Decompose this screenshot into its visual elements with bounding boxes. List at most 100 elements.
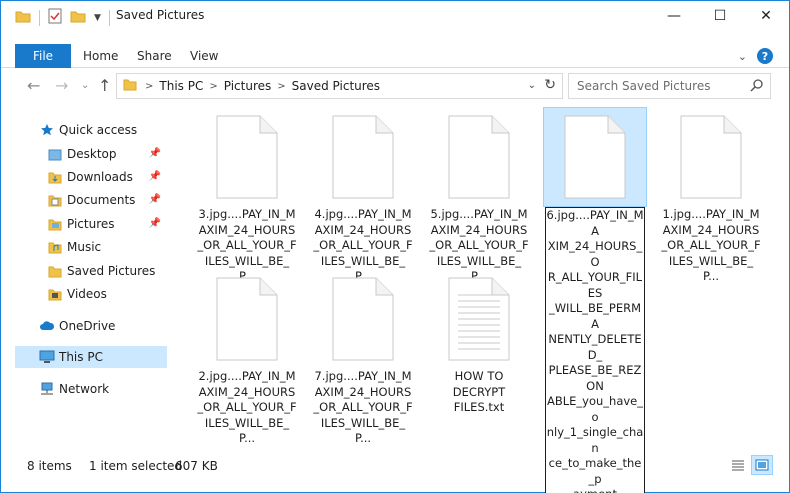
properties-icon[interactable] xyxy=(48,8,62,27)
file-name-line: AXIM_24_HOURS xyxy=(198,222,296,237)
pin-icon[interactable]: 📌 xyxy=(149,171,161,182)
sidebar-item-desktop[interactable]: Desktop 📌 xyxy=(1,143,167,165)
text-document-icon xyxy=(448,277,510,361)
file-name-line: 7.jpg....PAY_IN_M xyxy=(314,369,412,383)
file-item[interactable]: 3.jpg....PAY_IN_M AXIM_24_HOURS _OR_ALL_YO… xyxy=(197,115,297,285)
pin-icon[interactable]: 📌 xyxy=(149,194,161,205)
file-name-line: ILES_WILL_BE_P... xyxy=(320,415,406,446)
file-name-line: DECRYPT xyxy=(452,384,506,399)
forward-arrow-icon[interactable]: → xyxy=(55,76,68,95)
sidebar-item-music[interactable]: Music xyxy=(1,236,167,258)
pin-icon[interactable]: 📌 xyxy=(149,218,161,229)
sidebar-item-quick-access[interactable]: Quick access xyxy=(1,119,167,141)
pin-icon[interactable]: 📌 xyxy=(149,148,161,159)
item-count: 8 items xyxy=(27,459,72,473)
sidebar-item-this-pc[interactable]: This PC xyxy=(15,346,167,368)
tab-file[interactable]: File xyxy=(15,44,71,68)
new-folder-icon[interactable] xyxy=(70,9,86,26)
toolbar-separator xyxy=(108,9,110,26)
ribbon-tabs: File Home Share View ⌄ ? xyxy=(1,44,789,68)
file-name-line: 5.jpg....PAY_IN_M xyxy=(430,207,528,221)
breadcrumb-this-pc[interactable]: This PC xyxy=(159,79,203,93)
chevron-right-icon[interactable]: > xyxy=(209,81,217,92)
file-item[interactable]: 1.jpg....PAY_IN_M AXIM_24_HOURS _OR_ALL_YO… xyxy=(661,115,761,285)
file-name: HOW TO DECRYPT FILES.txt xyxy=(429,369,529,416)
customize-toolbar-icon[interactable]: ▼ xyxy=(94,13,101,23)
sidebar-item-documents[interactable]: Documents 📌 xyxy=(1,189,167,211)
search-box[interactable]: Search Saved Pictures xyxy=(568,73,771,99)
recent-locations-icon[interactable]: ⌄ xyxy=(81,80,89,91)
file-item[interactable]: 4.jpg....PAY_IN_M AXIM_24_HOURS _OR_ALL_YO… xyxy=(313,115,413,285)
file-name-line: _OR_ALL_YOUR_F xyxy=(661,238,761,252)
sidebar-item-label: Network xyxy=(59,382,110,396)
tab-view[interactable]: View xyxy=(190,44,218,68)
file-name-line: PLEASE_BE_REZON xyxy=(548,363,642,393)
file-name-line: _OR_ALL_YOUR_F xyxy=(313,238,413,252)
vertical-scrollbar[interactable] xyxy=(777,101,789,453)
maximize-button[interactable]: ☐ xyxy=(697,1,743,31)
search-icon[interactable] xyxy=(750,78,764,95)
star-icon xyxy=(39,122,55,138)
window-controls: — ☐ ✕ xyxy=(651,1,789,31)
toolbar-separator xyxy=(39,9,40,26)
file-name-line: _OR_ALL_YOUR_F xyxy=(197,238,297,252)
file-name-line: 6.jpg....PAY_IN_MA xyxy=(546,208,644,238)
help-icon[interactable]: ? xyxy=(757,48,773,64)
breadcrumb-saved-pictures[interactable]: Saved Pictures xyxy=(292,79,380,93)
file-name: 2.jpg....PAY_IN_M AXIM_24_HOURS _OR_ALL_YO… xyxy=(197,369,297,447)
tab-home[interactable]: Home xyxy=(83,44,118,68)
breadcrumb-pictures[interactable]: Pictures xyxy=(224,79,272,93)
text-file-item[interactable]: HOW TO DECRYPT FILES.txt xyxy=(429,277,529,416)
folder-icon xyxy=(47,192,63,208)
file-item[interactable]: 7.jpg....PAY_IN_M AXIM_24_HOURS _OR_ALL_YO… xyxy=(313,277,413,447)
view-buttons xyxy=(727,455,773,475)
file-icon xyxy=(680,115,742,199)
back-arrow-icon[interactable]: ← xyxy=(27,76,40,95)
file-item[interactable]: 2.jpg....PAY_IN_M AXIM_24_HOURS _OR_ALL_YO… xyxy=(197,277,297,447)
file-name-line: 1.jpg....PAY_IN_M xyxy=(662,207,760,221)
folder-icon xyxy=(47,239,63,255)
folder-icon xyxy=(47,263,63,279)
chevron-right-icon[interactable]: > xyxy=(277,81,285,92)
ribbon-right-controls: ⌄ ? xyxy=(738,48,773,64)
file-item[interactable]: 6.jpg....PAY_IN_MA XIM_24_HOURS_O R_ALL_YO… xyxy=(543,107,647,493)
close-button[interactable]: ✕ xyxy=(743,1,789,31)
expand-ribbon-icon[interactable]: ⌄ xyxy=(738,50,747,63)
folder-icon xyxy=(47,216,63,232)
file-name-line: 2.jpg....PAY_IN_M xyxy=(198,369,296,383)
details-view-icon[interactable] xyxy=(727,455,749,475)
file-icon xyxy=(332,115,394,199)
sidebar-item-onedrive[interactable]: OneDrive xyxy=(1,315,167,337)
file-name-line: NENTLY_DELETED_ xyxy=(548,332,642,362)
file-name-line: 3.jpg....PAY_IN_M xyxy=(198,207,296,221)
file-name-line: AXIM_24_HOURS xyxy=(198,384,296,399)
sidebar-item-network[interactable]: Network xyxy=(1,378,167,400)
explorer-window: ▼ Saved Pictures — ☐ ✕ File Home Share V… xyxy=(0,0,790,493)
file-name: 7.jpg....PAY_IN_M AXIM_24_HOURS _OR_ALL_YO… xyxy=(313,369,413,447)
tab-share[interactable]: Share xyxy=(137,44,172,68)
navigation-bar: ← → ⌄ ↑ > This PC > Pictures > Saved Pic… xyxy=(1,73,789,99)
sidebar-item-label: Saved Pictures xyxy=(67,264,156,278)
refresh-icon[interactable]: ↻ xyxy=(544,77,556,93)
sidebar-item-videos[interactable]: Videos xyxy=(1,283,167,305)
address-bar[interactable]: > This PC > Pictures > Saved Pictures ⌄ … xyxy=(116,73,563,99)
sidebar-item-label: Documents xyxy=(67,193,136,207)
folder-icon xyxy=(123,78,137,94)
file-name-line: ayment xyxy=(546,487,644,493)
sidebar-item-saved-pictures[interactable]: Saved Pictures xyxy=(1,260,167,282)
computer-icon xyxy=(39,349,55,365)
file-name: 5.jpg....PAY_IN_M AXIM_24_HOURS _OR_ALL_YO… xyxy=(429,207,529,285)
file-item[interactable]: 5.jpg....PAY_IN_M AXIM_24_HOURS _OR_ALL_YO… xyxy=(429,115,529,285)
folder-icon xyxy=(47,286,63,302)
up-arrow-icon[interactable]: ↑ xyxy=(98,76,111,95)
sidebar-item-label: OneDrive xyxy=(59,319,116,333)
chevron-right-icon[interactable]: > xyxy=(145,81,153,92)
sidebar-item-pictures[interactable]: Pictures 📌 xyxy=(1,213,167,235)
minimize-button[interactable]: — xyxy=(651,1,697,31)
large-icons-view-icon[interactable] xyxy=(751,455,773,475)
sidebar-item-downloads[interactable]: Downloads 📌 xyxy=(1,166,167,188)
file-icon xyxy=(564,115,626,199)
chevron-down-icon[interactable]: ⌄ xyxy=(528,80,536,91)
sidebar-item-label: Pictures xyxy=(67,217,115,231)
file-name: 3.jpg....PAY_IN_M AXIM_24_HOURS _OR_ALL_YO… xyxy=(197,207,297,285)
